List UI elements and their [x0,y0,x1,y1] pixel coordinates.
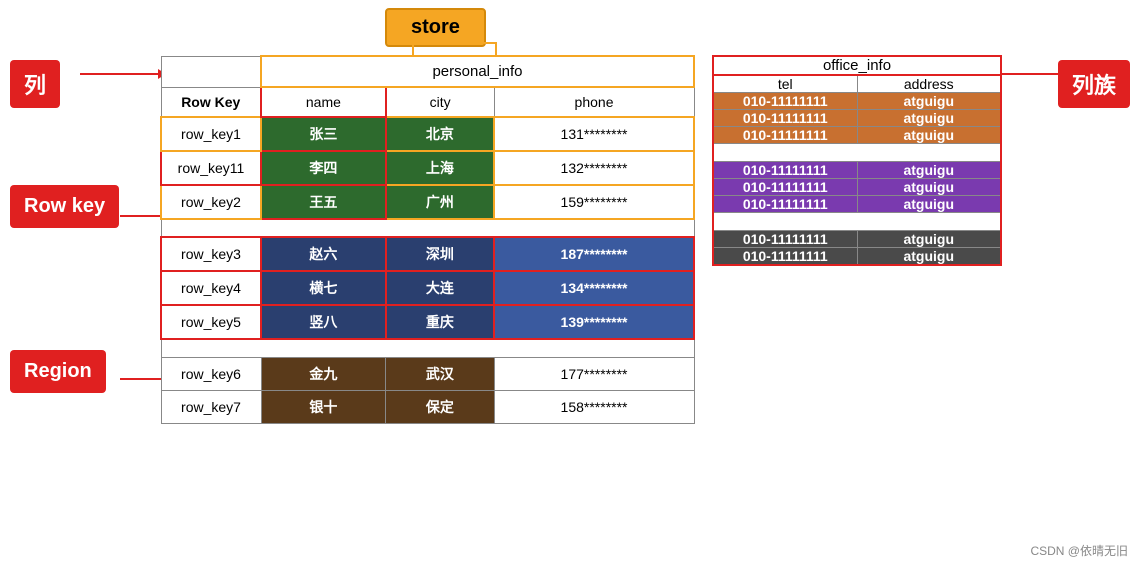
label-liezu: 列族 [1058,60,1130,108]
office-info-table: office_info tel address 010-11111111 atg… [712,55,1002,266]
main-container: 列 列族 Row key Region store personal_info … [0,0,1140,567]
office-table-row: 010-11111111 atguigu [713,127,1001,144]
table-row: row_key1 张三 北京 131******** [161,117,694,151]
arrow-lie-icon [80,73,160,75]
col-name-header: name [261,87,386,117]
personal-info-header: personal_info [261,56,694,87]
label-rowkey: Row key [10,185,119,228]
col-rowkey-header: Row Key [161,87,261,117]
watermark: CSDN @依晴无旧 [1030,542,1128,559]
col-phone-header: phone [494,87,694,117]
gap-row [161,219,694,237]
table-row: row_key5 竖八 重庆 139******** [161,305,694,339]
office-table-row: 010-11111111 atguigu [713,162,1001,179]
label-region: Region [10,350,106,393]
office-table-row: 010-11111111 atguigu [713,93,1001,110]
office-table-row: 010-11111111 atguigu [713,110,1001,127]
table-row: row_key2 王五 广州 159******** [161,185,694,219]
gap-row [161,339,694,357]
office-table-row: 010-11111111 atguigu [713,231,1001,248]
table-row: row_key6 金九 武汉 177******** [161,357,694,390]
table-row: row_key4 横七 大连 134******** [161,271,694,305]
col-tel-header: tel [713,75,857,93]
office-table-row: 010-11111111 atguigu [713,248,1001,266]
office-table-row: 010-11111111 atguigu [713,179,1001,196]
gap-row [713,213,1001,231]
office-table-row: 010-11111111 atguigu [713,196,1001,213]
table-row: row_key3 赵六 深圳 187******** [161,237,694,271]
personal-info-table: personal_info Row Key name city phone ro… [160,55,695,424]
store-line-h [412,42,497,44]
label-lie: 列 [10,60,60,108]
col-address-header: address [857,75,1001,93]
office-info-header: office_info [713,56,1001,75]
table-row: row_key7 银十 保定 158******** [161,390,694,423]
gap-row [713,144,1001,162]
table-row: row_key11 李四 上海 132******** [161,151,694,185]
col-city-header: city [386,87,494,117]
